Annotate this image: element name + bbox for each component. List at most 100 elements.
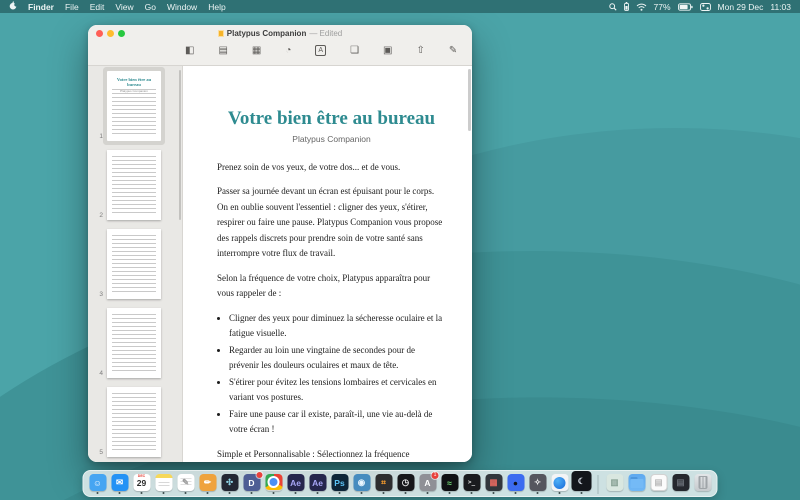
page-number: 4 — [88, 370, 103, 378]
table-icon[interactable]: ▦ — [252, 46, 261, 56]
dock-app-photoshop[interactable]: Ps — [331, 474, 349, 494]
dock-app-safari[interactable] — [551, 474, 569, 494]
close-button[interactable] — [96, 30, 103, 37]
media-icon[interactable]: ▣ — [383, 46, 392, 56]
dock-app-canister-utility[interactable]: ▥ — [606, 474, 624, 494]
dock-app-retro-game[interactable]: ▦ — [485, 474, 503, 494]
waveform-app-icon: ≈ — [441, 474, 458, 491]
dock-app-textedit[interactable]: ✎ — [177, 474, 195, 494]
title-bar[interactable]: Platypus Companion — Edited — [88, 25, 472, 41]
menu-bar-clock[interactable]: 11:03 — [770, 2, 791, 12]
menu-item-view[interactable]: View — [115, 2, 133, 12]
app-glyph: Ps — [334, 478, 344, 488]
page-thumbnail-5[interactable] — [107, 387, 161, 457]
minimize-button[interactable] — [107, 30, 114, 37]
app-glyph: ◷ — [402, 477, 409, 488]
page-thumbnail-row: 4 — [88, 308, 182, 378]
running-indicator — [471, 492, 473, 494]
running-indicator — [119, 492, 121, 494]
menu-item-window[interactable]: Window — [167, 2, 197, 12]
control-center-icon[interactable] — [700, 3, 711, 11]
app-glyph: ⌗ — [381, 477, 386, 488]
dock-app-calendar[interactable]: DEC29 — [133, 474, 151, 494]
dock-app-orb-app[interactable]: ● — [507, 474, 525, 494]
menu-item-go[interactable]: Go — [145, 2, 156, 12]
dock-app-waveform-app[interactable]: ≈ — [441, 474, 459, 494]
battery-icon[interactable] — [678, 3, 693, 11]
menu-bar-date[interactable]: Mon 29 Dec — [718, 2, 764, 12]
orb-app-icon: ● — [507, 474, 524, 491]
running-indicator — [383, 492, 385, 494]
document-body[interactable]: Prenez soin de vos yeux, de votre dos...… — [217, 160, 446, 462]
thumbnail-title: Votre bien être au bureau — [112, 77, 156, 88]
sidebar-scrollbar[interactable] — [179, 70, 181, 220]
page-thumbnail-4[interactable] — [107, 308, 161, 378]
dock-app-finder[interactable]: ☺ — [89, 474, 107, 494]
menu-item-file[interactable]: File — [65, 2, 79, 12]
dock-app-app-store[interactable]: 1A — [419, 474, 437, 494]
chart-icon[interactable]: ◔ — [285, 46, 291, 56]
dock-app-discord[interactable]: D — [243, 474, 261, 494]
text-box-icon[interactable]: A — [315, 45, 326, 56]
dock-app-after-effects[interactable]: Ae — [287, 474, 305, 494]
menu-items: Finder File Edit View Go Window Help — [28, 2, 226, 12]
calendar-month-label: DEC — [133, 475, 150, 479]
dock-app-moth-game[interactable]: ✣ — [221, 474, 239, 494]
markup-icon[interactable]: ✎ — [449, 46, 457, 56]
notification-badge — [257, 472, 263, 478]
pages-window: Platypus Companion — Edited ◧▤▦◔A❏▣⇧✎▯» … — [88, 25, 472, 462]
document-scrollbar[interactable] — [468, 69, 471, 131]
thumbnail-text-lines — [112, 393, 156, 452]
view-sidebar-icon[interactable]: ◧ — [185, 46, 194, 56]
dock-app-notes[interactable] — [155, 474, 173, 494]
textedit-icon: ✎ — [177, 474, 194, 491]
dock-app-trash[interactable] — [694, 474, 712, 494]
dock-app-calculator[interactable]: ⌗ — [375, 474, 393, 494]
dock-app-godot[interactable]: ◉ — [353, 474, 371, 494]
frequency-line: Selon la fréquence de votre choix, Platy… — [217, 271, 446, 302]
page-thumbnail-1[interactable]: Votre bien être au bureauPlatypus Compan… — [107, 71, 161, 141]
running-indicator — [515, 492, 517, 494]
app-glyph: ● — [513, 478, 518, 488]
running-indicator — [405, 492, 407, 494]
page-thumbnail-2[interactable] — [107, 150, 161, 220]
dock-app-document-window[interactable]: ▤ — [650, 474, 668, 494]
menu-item-edit[interactable]: Edit — [90, 2, 105, 12]
running-indicator — [559, 492, 561, 494]
peripheral-battery-icon[interactable] — [624, 2, 629, 11]
page-thumbnail-3[interactable] — [107, 229, 161, 299]
page-number: 1 — [88, 133, 103, 141]
apple-menu-icon[interactable] — [9, 1, 17, 12]
dock-app-after-effects-alt[interactable]: Ae — [309, 474, 327, 494]
dock-app-dark-window[interactable]: ▤ — [672, 474, 690, 494]
running-indicator — [141, 492, 143, 494]
share-icon[interactable]: ⇧ — [417, 46, 425, 56]
edited-label: — Edited — [309, 29, 342, 38]
pixel-game-icon: ☾ — [572, 471, 592, 491]
dock-app-pixel-game[interactable]: ☾ — [573, 471, 591, 494]
zoom-button[interactable] — [118, 30, 125, 37]
dock-app-downloads-folder[interactable] — [628, 474, 646, 494]
menu-item-finder[interactable]: Finder — [28, 2, 54, 12]
app-glyph: >_ — [468, 479, 475, 486]
menu-item-help[interactable]: Help — [208, 2, 225, 12]
app-glyph: ✏ — [204, 477, 211, 488]
dock-app-terminal[interactable]: >_ — [463, 474, 481, 494]
page-number: 3 — [88, 291, 103, 299]
thumbnail-text-lines — [112, 89, 156, 136]
insert-icon[interactable]: ▤ — [218, 46, 227, 56]
app-glyph: ▦ — [489, 477, 497, 488]
shape-icon[interactable]: ❏ — [350, 46, 359, 56]
dock-app-world-clock[interactable]: ◷ — [397, 474, 415, 494]
document-canvas[interactable]: Votre bien être au bureau Platypus Compa… — [183, 66, 472, 462]
app-glyph: ≈ — [447, 478, 452, 488]
dock-app-mail[interactable]: ✉ — [111, 474, 129, 494]
reminder-item: Regarder au loin une vingtaine de second… — [229, 343, 446, 374]
dock-app-rocket-app[interactable]: ✧ — [529, 474, 547, 494]
rocket-app-icon: ✧ — [529, 474, 546, 491]
dock-app-pencil-app[interactable]: ✏ — [199, 474, 217, 494]
spotlight-search-icon[interactable] — [609, 3, 617, 11]
app-glyph: ✧ — [534, 477, 541, 488]
wifi-icon[interactable] — [636, 3, 647, 11]
dock-app-chrome[interactable] — [265, 474, 283, 494]
